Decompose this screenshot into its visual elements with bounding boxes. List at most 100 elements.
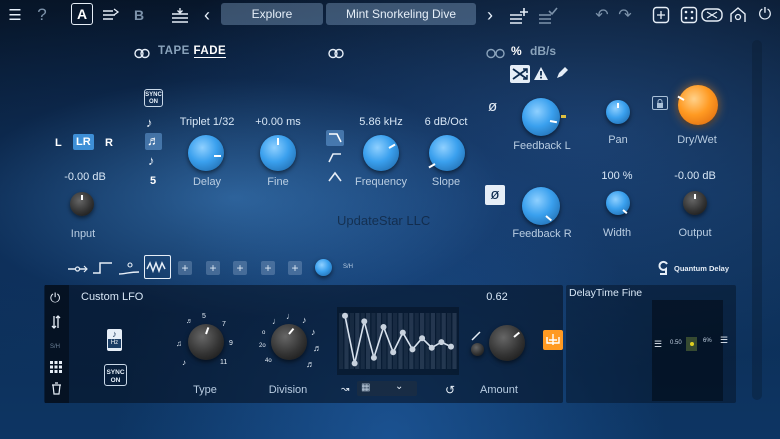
sequence-point bbox=[399, 329, 406, 336]
mod-route-icon[interactable] bbox=[67, 262, 89, 274]
feedback-r-knob[interactable] bbox=[522, 187, 560, 225]
feedback-link-icon[interactable] bbox=[486, 46, 506, 59]
save-preset-icon[interactable] bbox=[537, 4, 559, 26]
lfo-amount-knob[interactable] bbox=[489, 325, 525, 361]
filter-lowpass-button[interactable] bbox=[326, 130, 344, 146]
width-value: 100 % bbox=[601, 170, 633, 182]
type-tick-11: 11 bbox=[220, 359, 228, 366]
lfo-power-icon[interactable]: ⏻ bbox=[50, 290, 60, 306]
redo-icon[interactable]: ↷ bbox=[614, 4, 636, 26]
settings-icon[interactable] bbox=[727, 4, 749, 26]
div-tick-note2: ♩ bbox=[286, 311, 295, 321]
pen-icon[interactable] bbox=[555, 66, 569, 80]
frequency-knob[interactable] bbox=[363, 135, 399, 171]
output-knob[interactable] bbox=[683, 191, 707, 215]
note-dotted-icon[interactable]: ♪ bbox=[148, 153, 155, 168]
link-rings-icon[interactable] bbox=[134, 46, 150, 59]
slope-knob[interactable] bbox=[428, 135, 465, 171]
target-title: DelayTime Fine bbox=[569, 287, 643, 299]
lfo-sequence-graph[interactable] bbox=[337, 307, 459, 375]
dry-wet-knob[interactable] bbox=[677, 85, 718, 125]
power-icon[interactable]: ⏻ bbox=[754, 4, 776, 26]
add-mod-slot-5[interactable]: + bbox=[288, 261, 302, 275]
target-marker[interactable] bbox=[686, 337, 697, 351]
sequence-grid-bar bbox=[452, 313, 457, 369]
resize-icon[interactable] bbox=[650, 4, 672, 26]
scrollbar[interactable] bbox=[752, 40, 762, 400]
add-mod-slot-3[interactable]: + bbox=[233, 261, 247, 275]
fine-knob[interactable] bbox=[260, 135, 296, 171]
preset-list-icon[interactable] bbox=[169, 4, 191, 26]
chevron-down-icon: ⌄ bbox=[395, 381, 404, 392]
feedback-r-label: Feedback R bbox=[512, 228, 572, 240]
seq-reset-icon[interactable]: ↺ bbox=[445, 383, 455, 397]
amount-small-knob[interactable] bbox=[471, 343, 484, 356]
phase-invert-left-button[interactable]: ø bbox=[488, 98, 497, 115]
previous-preset-button[interactable]: ‹ bbox=[196, 4, 218, 26]
output-label: Output bbox=[678, 227, 712, 239]
copy-a-to-b-icon[interactable] bbox=[100, 4, 122, 26]
note-straight-icon[interactable]: ♪ bbox=[146, 115, 153, 130]
random-dice-icon[interactable] bbox=[678, 4, 700, 26]
add-mod-slot-2[interactable]: + bbox=[206, 261, 220, 275]
add-mod-slot-1[interactable]: + bbox=[178, 261, 192, 275]
units-percent[interactable]: % bbox=[511, 44, 522, 58]
fine-label: Fine bbox=[267, 176, 289, 188]
help-icon[interactable]: ? bbox=[31, 4, 53, 26]
undo-icon[interactable]: ↶ bbox=[591, 4, 613, 26]
lfo-retrigger-icon[interactable] bbox=[50, 314, 62, 330]
lfo-division-label: Division bbox=[268, 384, 308, 396]
lfo-division-knob[interactable] bbox=[271, 324, 307, 360]
mod-target-icon[interactable] bbox=[543, 330, 563, 350]
width-knob[interactable] bbox=[606, 191, 630, 215]
lfo-type-knob[interactable] bbox=[188, 324, 224, 360]
add-preset-icon[interactable] bbox=[508, 4, 530, 26]
lfo-delete-icon[interactable] bbox=[51, 382, 62, 395]
channel-right-button[interactable]: R bbox=[105, 137, 113, 149]
mod-step-shape-icon[interactable] bbox=[92, 261, 114, 275]
tape-fade-title[interactable]: TAPE FADE bbox=[158, 45, 227, 58]
add-mod-slot-4[interactable]: + bbox=[261, 261, 275, 275]
div-tick-circle: o bbox=[262, 330, 266, 336]
lfo-rate-mode-toggle[interactable]: ♪ Hz bbox=[107, 329, 122, 351]
feedback-l-indicator bbox=[561, 115, 566, 118]
preset-name-selector[interactable]: Mint Snorkeling Dive bbox=[326, 3, 476, 25]
channel-left-button[interactable]: L bbox=[55, 137, 62, 149]
preset-b-button[interactable]: B bbox=[128, 4, 150, 26]
lock-icon[interactable] bbox=[652, 96, 668, 110]
target-min-handle[interactable]: ☰ bbox=[654, 339, 662, 350]
units-dbs[interactable]: dB/s bbox=[530, 44, 556, 58]
target-max-handle[interactable]: ☰ bbox=[720, 335, 728, 346]
sequence-point bbox=[438, 339, 445, 346]
channel-lr-button[interactable]: LR bbox=[73, 134, 94, 150]
preset-category-selector[interactable]: Explore bbox=[221, 3, 323, 25]
seq-preset-dropdown[interactable]: ▦ ⌄ bbox=[357, 381, 417, 396]
amount-pen-icon[interactable] bbox=[471, 328, 481, 341]
crossfeed-icon[interactable] bbox=[510, 65, 530, 83]
mod-envelope-icon[interactable] bbox=[118, 262, 140, 276]
seq-shape-icon[interactable]: ↝ bbox=[341, 384, 349, 395]
delay-sync-toggle[interactable]: SYNC ON bbox=[144, 89, 163, 107]
input-knob[interactable] bbox=[70, 192, 94, 216]
lfo-type-label: Type bbox=[193, 384, 217, 396]
menu-icon[interactable]: ☰ bbox=[4, 4, 26, 26]
filter-highpass-button[interactable] bbox=[326, 150, 344, 166]
delay-knob[interactable] bbox=[188, 135, 224, 171]
preset-a-button[interactable]: A bbox=[71, 3, 93, 25]
division-number[interactable]: 5 bbox=[150, 175, 156, 187]
lfo-sync-toggle[interactable]: SYNC ON bbox=[104, 364, 127, 386]
filter-bandpass-button[interactable] bbox=[326, 169, 344, 185]
warning-icon[interactable] bbox=[533, 66, 549, 81]
sh-mod-knob[interactable] bbox=[315, 259, 332, 276]
lfo-grid-icon[interactable] bbox=[50, 360, 62, 373]
next-preset-button[interactable]: › bbox=[479, 4, 501, 26]
mod-lfo-slot-selected[interactable] bbox=[144, 255, 171, 279]
midi-icon[interactable] bbox=[701, 4, 723, 26]
feedback-l-knob[interactable] bbox=[522, 98, 560, 136]
phase-invert-right-button[interactable]: ø bbox=[485, 185, 505, 205]
filter-link-icon[interactable] bbox=[328, 46, 344, 59]
lfo-sequence-editor[interactable] bbox=[337, 307, 459, 375]
note-triplet-icon[interactable]: ♬ bbox=[145, 133, 162, 150]
pan-knob[interactable] bbox=[606, 100, 630, 124]
type-tick-5: 5 bbox=[202, 313, 206, 320]
